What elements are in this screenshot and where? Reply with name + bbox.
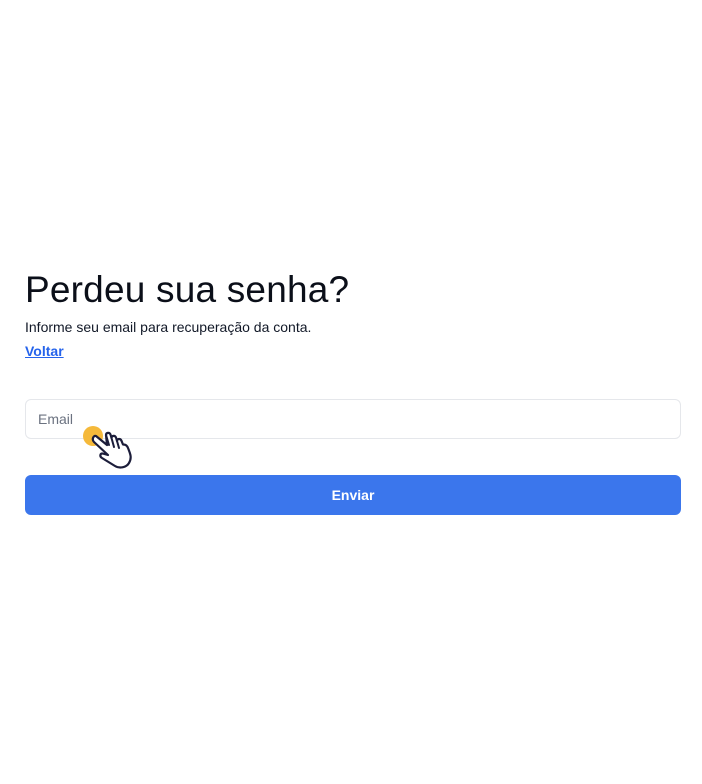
page-subtitle: Informe seu email para recuperação da co… [25, 319, 312, 335]
recover-password-form: Perdeu sua senha? Informe seu email para… [25, 266, 681, 515]
submit-button[interactable]: Enviar [25, 475, 681, 515]
page-title: Perdeu sua senha? [25, 269, 350, 310]
back-link[interactable]: Voltar [25, 340, 64, 362]
email-field[interactable] [25, 399, 681, 439]
